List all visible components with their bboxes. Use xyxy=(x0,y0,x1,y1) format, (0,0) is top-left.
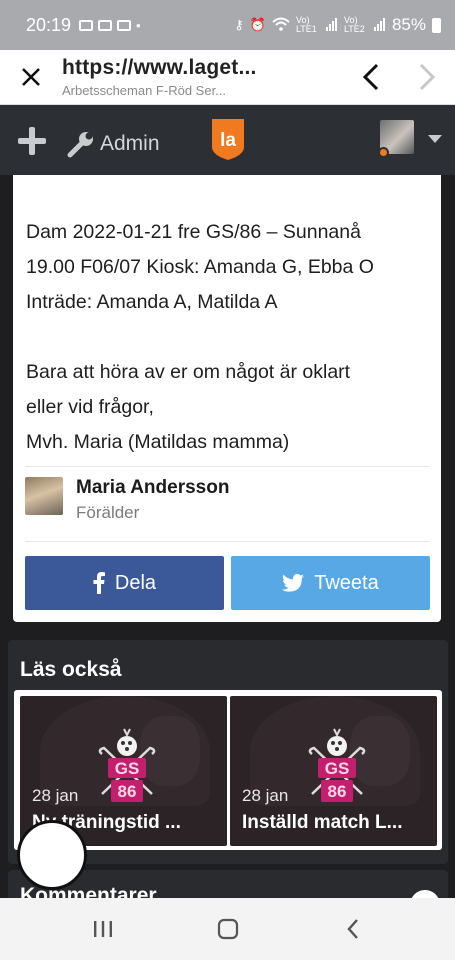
article-line: Dam 2022-01-21 fre GS/86 – Sunnanå xyxy=(26,221,361,243)
network-2-label: Vo) LTE2 xyxy=(343,15,365,34)
author-block[interactable]: Maria Andersson Förälder xyxy=(25,477,229,523)
browser-bar: https://www.laget... Arbetsscheman F-Röd… xyxy=(0,50,455,105)
author-avatar xyxy=(25,477,63,515)
article-card: Dam 2022-01-21 fre GS/86 – Sunnanå 19.00… xyxy=(13,175,441,622)
facebook-icon xyxy=(93,572,105,594)
admin-label: Admin xyxy=(100,132,160,155)
article-line: eller vid frågor, xyxy=(26,396,154,418)
add-icon[interactable] xyxy=(18,127,46,155)
network-1-label: Vo) LTE1 xyxy=(295,15,317,34)
item-date: 28 jan xyxy=(32,786,79,805)
article-line: Mvh. Maria (Matildas mamma) xyxy=(26,431,290,453)
dot-icon: • xyxy=(136,17,141,33)
chevron-right-icon xyxy=(419,63,436,91)
twitter-share-label: Tweeta xyxy=(314,571,379,594)
item-title: Inställd match L... xyxy=(242,812,403,833)
alarm-icon: ⏰ xyxy=(249,17,266,32)
author-info: Maria Andersson Förälder xyxy=(76,477,229,523)
divider xyxy=(25,541,430,542)
battery-percent: 85% xyxy=(391,15,426,34)
home-icon xyxy=(217,918,238,940)
article-spacer xyxy=(26,320,436,355)
close-icon[interactable] xyxy=(0,50,62,105)
chevron-left-icon xyxy=(362,63,379,91)
signal-1-icon xyxy=(325,17,338,34)
battery-icon xyxy=(432,17,441,33)
svg-text:86: 86 xyxy=(328,782,347,801)
read-also-item[interactable]: GS 86 28 jan Inställd match L... xyxy=(230,696,437,846)
wifi-icon xyxy=(272,17,290,34)
divider xyxy=(25,466,430,467)
status-time: 20:19 xyxy=(26,14,72,35)
status-right: ⚷ ⏰ Vo) LTE1 Vo) LTE2 85% xyxy=(234,15,441,35)
back-icon xyxy=(346,919,358,939)
admin-button[interactable]: Admin xyxy=(66,129,160,159)
svg-text:GS: GS xyxy=(325,759,350,778)
twitter-share-button[interactable]: Tweeta xyxy=(231,556,430,610)
notification-dot xyxy=(378,147,389,158)
status-bar: 20:19 • ⚷ ⏰ Vo) LTE1 Vo) LTE2 85% xyxy=(0,0,455,50)
facebook-share-label: Dela xyxy=(114,571,157,594)
laget-logo[interactable]: la xyxy=(210,117,246,161)
article-line: 19.00 F06/07 Kiosk: Amanda G, Ebba O xyxy=(26,256,374,278)
svg-text:GS: GS xyxy=(115,759,140,778)
item-date: 28 jan xyxy=(242,786,289,805)
article-line: Inträde: Amanda A, Matilda A xyxy=(26,291,278,313)
message-icon xyxy=(98,19,113,31)
recent-apps-icon xyxy=(93,921,112,937)
key-icon: ⚷ xyxy=(234,17,244,32)
signal-2-icon xyxy=(373,17,386,34)
twitter-icon xyxy=(282,574,305,592)
gallery-icon xyxy=(79,19,94,31)
message-icon-2 xyxy=(117,19,132,31)
floating-action-button[interactable] xyxy=(17,820,87,890)
gs86-logo-icon: GS 86 xyxy=(308,728,366,802)
wrench-icon xyxy=(67,132,93,158)
facebook-share-button[interactable]: Dela xyxy=(25,556,224,610)
author-role: Förälder xyxy=(76,503,140,522)
article-body: Dam 2022-01-21 fre GS/86 – Sunnanå 19.00… xyxy=(26,215,436,460)
page-title: Arbetsscheman F-Röd Ser... xyxy=(62,83,227,98)
back-button[interactable] xyxy=(343,50,399,105)
read-also-carousel: GS 86 28 jan Ny träningstid ... GS 86 28… xyxy=(14,690,442,850)
author-name: Maria Andersson xyxy=(76,477,230,498)
notification-icons: • xyxy=(79,18,141,33)
forward-button[interactable] xyxy=(399,50,455,105)
back-nav-button[interactable] xyxy=(333,909,373,949)
url-block[interactable]: https://www.laget... Arbetsscheman F-Röd… xyxy=(62,56,343,98)
url-text: https://www.laget... xyxy=(62,56,257,79)
logo-text: la xyxy=(220,130,236,151)
app-header: Admin la xyxy=(0,105,455,175)
article-line: Bara att höra av er om något är oklart xyxy=(26,361,351,383)
gs86-logo-icon: GS 86 xyxy=(98,728,156,802)
recent-apps-button[interactable] xyxy=(83,909,123,949)
svg-text:86: 86 xyxy=(118,782,137,801)
chevron-down-icon[interactable] xyxy=(428,135,442,143)
read-also-title: Läs också xyxy=(20,658,122,681)
user-avatar[interactable] xyxy=(378,120,418,158)
android-nav-bar xyxy=(0,898,455,960)
home-button[interactable] xyxy=(208,909,248,949)
